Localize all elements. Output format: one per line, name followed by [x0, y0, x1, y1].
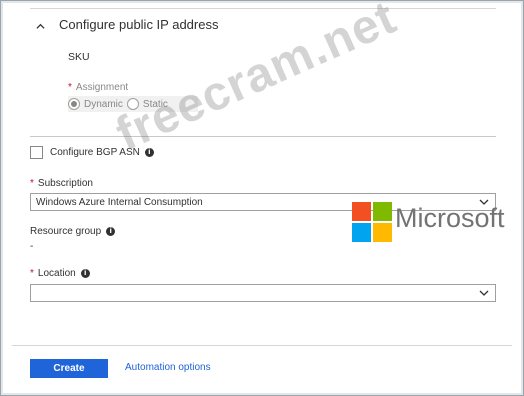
- create-button[interactable]: Create: [30, 359, 108, 378]
- bgp-checkbox[interactable]: [30, 146, 43, 159]
- resource-group-label-text: Resource group: [30, 226, 102, 237]
- info-icon[interactable]: i: [106, 227, 116, 236]
- footer-divider: [12, 345, 512, 346]
- subscription-label: * Subscription: [30, 178, 93, 189]
- required-asterisk: *: [68, 82, 72, 93]
- required-asterisk: *: [30, 268, 34, 279]
- automation-options-link[interactable]: Automation options: [125, 362, 211, 373]
- section-title: Configure public IP address: [59, 16, 219, 32]
- location-label-text: Location: [37, 268, 76, 279]
- section-header[interactable]: Configure public IP address: [36, 14, 218, 34]
- assignment-label-text: Assignment: [75, 82, 129, 93]
- assignment-label: * Assignment: [68, 82, 128, 93]
- required-asterisk: *: [30, 178, 34, 189]
- section-divider: [30, 136, 496, 137]
- subscription-value: Windows Azure Internal Consumption: [36, 196, 203, 208]
- microsoft-logo-text: Microsoft: [395, 203, 505, 233]
- info-icon[interactable]: i: [80, 269, 90, 278]
- subscription-label-text: Subscription: [37, 178, 93, 189]
- resource-group-label: Resource group i: [30, 226, 116, 237]
- chevron-down-icon: [479, 290, 489, 296]
- microsoft-logo-icon: [352, 202, 392, 242]
- chevron-up-icon: [36, 23, 45, 29]
- radio-selected-icon: [68, 98, 80, 110]
- sku-label: SKU: [68, 51, 90, 63]
- location-dropdown[interactable]: [30, 284, 496, 302]
- top-divider: [30, 8, 496, 9]
- resource-group-value: -: [30, 241, 34, 252]
- location-label: * Location i: [30, 268, 90, 279]
